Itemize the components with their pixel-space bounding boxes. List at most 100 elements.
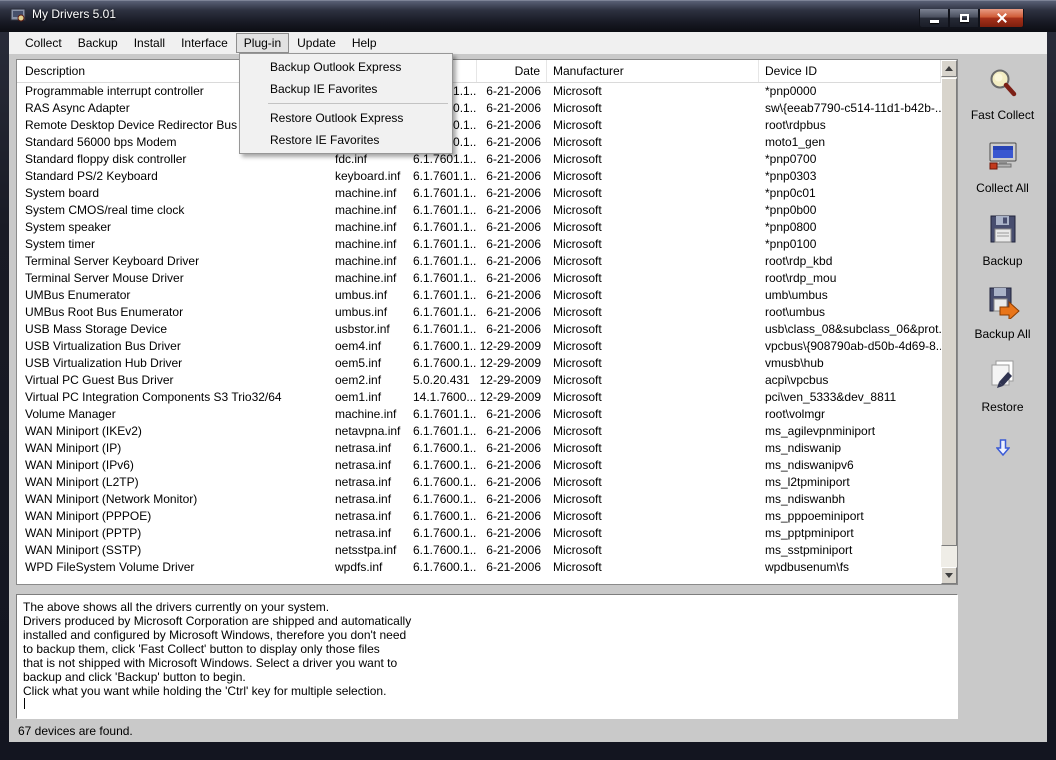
cell-version: 6.1.7601.1... — [413, 203, 477, 217]
header-manufacturer[interactable]: Manufacturer — [547, 60, 759, 82]
table-row[interactable]: Standard 56000 bps Modem 6.1.7600.1... 6… — [17, 134, 941, 151]
table-row[interactable]: Standard floppy disk controller fdc.inf … — [17, 151, 941, 168]
table-row[interactable]: UMBus Root Bus Enumerator umbus.inf 6.1.… — [17, 304, 941, 321]
cell-description: System board — [25, 186, 100, 200]
table-row[interactable]: Remote Desktop Device Redirector Bus 6.1… — [17, 117, 941, 134]
cell-version: 6.1.7600.1... — [413, 441, 477, 455]
table-row[interactable]: UMBus Enumerator umbus.inf 6.1.7601.1...… — [17, 287, 941, 304]
scrollbar-thumb[interactable] — [941, 78, 957, 546]
info-line: The above shows all the drivers currentl… — [23, 600, 330, 614]
table-row[interactable]: Terminal Server Mouse Driver machine.inf… — [17, 270, 941, 287]
cell-description: UMBus Root Bus Enumerator — [25, 305, 184, 319]
scroll-down-icon — [945, 573, 953, 578]
menu-backup[interactable]: Backup — [70, 33, 126, 53]
collect-all-button[interactable]: Collect All — [958, 139, 1047, 195]
cell-manufacturer: Microsoft — [553, 356, 602, 370]
menu-collect[interactable]: Collect — [17, 33, 70, 53]
table-row[interactable]: RAS Async Adapter 6.1.7600.1... 6-21-200… — [17, 100, 941, 117]
backup-all-button[interactable]: Backup All — [958, 285, 1047, 341]
close-button[interactable] — [979, 9, 1024, 28]
table-row[interactable]: System board machine.inf 6.1.7601.1... 6… — [17, 185, 941, 202]
menu-item-restore-outlook-express[interactable]: Restore Outlook Express — [242, 107, 450, 129]
info-line: to backup them, click 'Fast Collect' but… — [23, 642, 380, 656]
menu-item-backup-outlook-express[interactable]: Backup Outlook Express — [242, 56, 450, 78]
table-row[interactable]: WAN Miniport (SSTP) netsstpa.inf 6.1.760… — [17, 542, 941, 559]
tool-label: Restore — [981, 400, 1024, 414]
table-row[interactable]: Virtual PC Guest Bus Driver oem2.inf 5.0… — [17, 372, 941, 389]
table-row[interactable]: USB Virtualization Bus Driver oem4.inf 6… — [17, 338, 941, 355]
menu-help[interactable]: Help — [344, 33, 385, 53]
cell-device-id: ms_pppoeminiport — [765, 509, 864, 523]
cell-device-id: ms_agilevpnminiport — [765, 424, 876, 438]
menu-item-backup-ie-favorites[interactable]: Backup IE Favorites — [242, 78, 450, 100]
minimize-button[interactable] — [919, 9, 949, 28]
scroll-up-button[interactable] — [941, 60, 957, 77]
cell-manufacturer: Microsoft — [553, 407, 602, 421]
cell-manufacturer: Microsoft — [553, 118, 602, 132]
maximize-button[interactable] — [949, 9, 979, 28]
table-row[interactable]: WAN Miniport (PPTP) netrasa.inf 6.1.7600… — [17, 525, 941, 542]
cell-device-id: acpi\vpcbus — [765, 373, 829, 387]
cell-device-id: ms_sstpminiport — [765, 543, 853, 557]
cell-description: System speaker — [25, 220, 112, 234]
cell-description: Terminal Server Mouse Driver — [25, 271, 184, 285]
table-row[interactable]: Virtual PC Integration Components S3 Tri… — [17, 389, 941, 406]
vertical-scrollbar[interactable] — [941, 60, 957, 584]
menu-plugin[interactable]: Plug-in — [235, 33, 290, 53]
cell-inf-file: netsstpa.inf — [335, 543, 397, 557]
table-row[interactable]: WPD FileSystem Volume Driver wpdfs.inf 6… — [17, 559, 941, 576]
down-arrow-icon — [994, 439, 1011, 460]
cell-manufacturer: Microsoft — [553, 560, 602, 574]
table-row[interactable]: WAN Miniport (IP) netrasa.inf 6.1.7600.1… — [17, 440, 941, 457]
info-panel[interactable]: The above shows all the drivers currentl… — [16, 594, 958, 719]
menu-interface[interactable]: Interface — [173, 33, 236, 53]
menu-install[interactable]: Install — [126, 33, 173, 53]
cell-inf-file: usbstor.inf — [335, 322, 390, 336]
cell-device-id: moto1_gen — [765, 135, 826, 149]
cell-description: WAN Miniport (IKEv2) — [25, 424, 142, 438]
cell-description: WAN Miniport (SSTP) — [25, 543, 142, 557]
header-date[interactable]: Date — [477, 60, 547, 82]
table-row[interactable]: WAN Miniport (IPv6) netrasa.inf 6.1.7600… — [17, 457, 941, 474]
tool-label: Backup All — [974, 327, 1031, 341]
table-row[interactable]: System timer machine.inf 6.1.7601.1... 6… — [17, 236, 941, 253]
cell-device-id: root\umbus — [765, 305, 826, 319]
table-row[interactable]: Standard PS/2 Keyboard keyboard.inf 6.1.… — [17, 168, 941, 185]
table-row[interactable]: Programmable interrupt controller 6.1.76… — [17, 83, 941, 100]
table-row[interactable]: System CMOS/real time clock machine.inf … — [17, 202, 941, 219]
cell-description: WAN Miniport (PPTP) — [25, 526, 142, 540]
table-row[interactable]: WAN Miniport (PPPOE) netrasa.inf 6.1.760… — [17, 508, 941, 525]
table-row[interactable]: WAN Miniport (IKEv2) netavpna.inf 6.1.76… — [17, 423, 941, 440]
cell-description: Standard PS/2 Keyboard — [25, 169, 158, 183]
table-row[interactable]: System speaker machine.inf 6.1.7601.1...… — [17, 219, 941, 236]
fast-collect-button[interactable]: Fast Collect — [958, 66, 1047, 122]
cell-date: 6-21-2006 — [486, 492, 541, 506]
menu-update[interactable]: Update — [289, 33, 344, 53]
table-row[interactable]: USB Mass Storage Device usbstor.inf 6.1.… — [17, 321, 941, 338]
cell-device-id: usb\class_08&subclass_06&prot... — [765, 322, 941, 336]
status-text: 67 devices are found. — [18, 724, 133, 738]
cell-device-id: vmusb\hub — [765, 356, 824, 370]
table-row[interactable]: Terminal Server Keyboard Driver machine.… — [17, 253, 941, 270]
table-row[interactable]: WAN Miniport (Network Monitor) netrasa.i… — [17, 491, 941, 508]
table-row[interactable]: WAN Miniport (L2TP) netrasa.inf 6.1.7600… — [17, 474, 941, 491]
cell-manufacturer: Microsoft — [553, 526, 602, 540]
cell-version: 6.1.7601.1... — [413, 322, 477, 336]
cell-manufacturer: Microsoft — [553, 101, 602, 115]
table-row[interactable]: Volume Manager machine.inf 6.1.7601.1...… — [17, 406, 941, 423]
backup-button[interactable]: Backup — [958, 212, 1047, 268]
cell-version: 6.1.7600.1... — [413, 475, 477, 489]
cell-description: Virtual PC Integration Components S3 Tri… — [25, 390, 282, 404]
header-device-id[interactable]: Device ID — [759, 60, 941, 82]
cell-version: 6.1.7600.1... — [413, 492, 477, 506]
restore-button[interactable]: Restore — [958, 358, 1047, 414]
scroll-more-indicator[interactable] — [994, 439, 1011, 461]
titlebar[interactable]: My Drivers 5.01 — [0, 0, 1056, 32]
scroll-down-button[interactable] — [941, 567, 957, 584]
cell-date: 6-21-2006 — [486, 254, 541, 268]
cell-description: System timer — [25, 237, 96, 251]
cell-device-id: root\rdp_kbd — [765, 254, 833, 268]
menu-item-restore-ie-favorites[interactable]: Restore IE Favorites — [242, 129, 450, 151]
table-row[interactable]: USB Virtualization Hub Driver oem5.inf 6… — [17, 355, 941, 372]
cell-description: Terminal Server Keyboard Driver — [25, 254, 200, 268]
